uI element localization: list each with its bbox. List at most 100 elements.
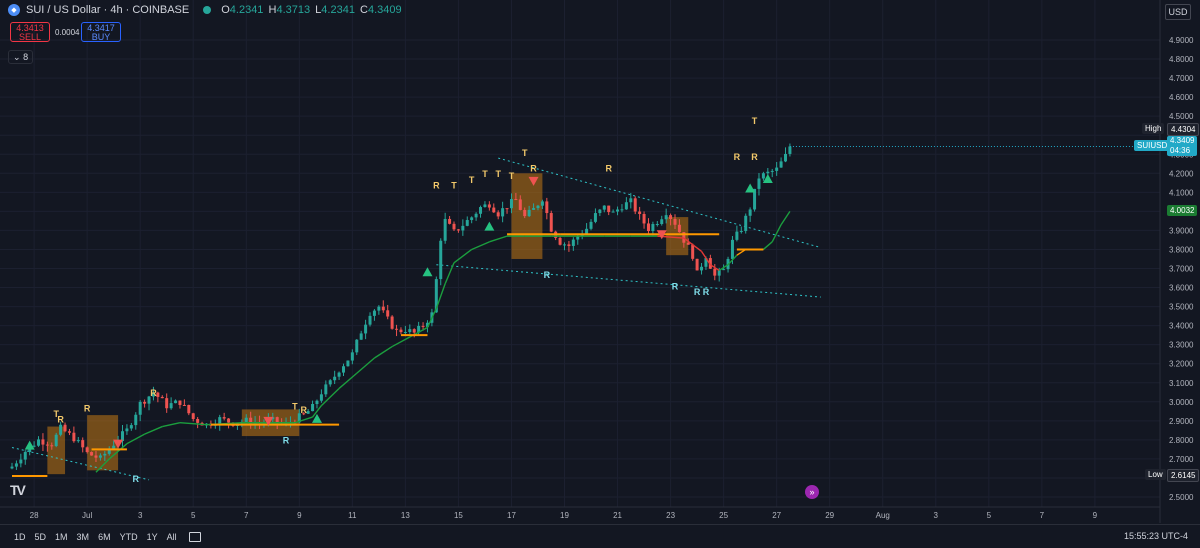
candle-body bbox=[165, 398, 169, 409]
moving-average-segment bbox=[144, 425, 163, 435]
candle-body bbox=[372, 310, 376, 316]
price-chart[interactable]: 4.90004.80004.70004.60004.50004.40004.30… bbox=[0, 0, 1200, 547]
chart-frame: 4.90004.80004.70004.60004.50004.40004.30… bbox=[0, 0, 1200, 548]
candle-body bbox=[37, 439, 41, 446]
y-tick-label: 2.7000 bbox=[1169, 455, 1194, 464]
candle-body bbox=[514, 199, 518, 201]
clock-readout[interactable]: 15:55:23 UTC-4 bbox=[1124, 531, 1188, 541]
candle-body bbox=[779, 161, 783, 168]
sell-label: SELL bbox=[18, 32, 42, 42]
candle-body bbox=[713, 268, 717, 276]
sell-button[interactable]: 4.3413 SELL bbox=[10, 22, 50, 42]
x-tick-label: 13 bbox=[401, 511, 410, 520]
x-tick-label: 3 bbox=[934, 511, 939, 520]
candle-body bbox=[664, 215, 668, 220]
timeframe-1m[interactable]: 1M bbox=[55, 532, 68, 542]
moving-average-segment bbox=[320, 387, 340, 407]
calendar-icon[interactable] bbox=[188, 531, 201, 542]
y-tick-label: 3.1000 bbox=[1169, 379, 1194, 388]
candle-body bbox=[143, 401, 147, 404]
moving-average-segment bbox=[338, 372, 358, 389]
candle-body bbox=[381, 306, 385, 311]
candle-body bbox=[19, 459, 23, 464]
candle-body bbox=[655, 224, 659, 226]
candle-body bbox=[691, 244, 695, 259]
chart-title[interactable]: SUI / US Dollar · 4h · COINBASE bbox=[26, 4, 189, 16]
candle-body bbox=[527, 209, 531, 217]
x-tick-label: 28 bbox=[30, 511, 39, 520]
ohlc-readout: O4.2341 H4.3713 L4.2341 C4.3409 bbox=[221, 4, 403, 16]
candle-body bbox=[412, 329, 416, 333]
candle-body bbox=[85, 447, 89, 453]
last-price-tag: 4.3409 04:36 bbox=[1167, 136, 1198, 157]
close-value: 4.3409 bbox=[367, 4, 402, 16]
candle-body bbox=[76, 440, 80, 442]
signal-label: T bbox=[522, 148, 528, 158]
candle-body bbox=[160, 396, 164, 399]
candle-body bbox=[593, 213, 597, 222]
currency-button[interactable]: USD bbox=[1165, 4, 1191, 20]
candle-body bbox=[337, 372, 341, 377]
x-tick-label: Jul bbox=[82, 511, 92, 520]
moving-average-segment bbox=[162, 422, 181, 428]
timeframe-5d[interactable]: 5D bbox=[35, 532, 47, 542]
sui-coin-icon: ◆ bbox=[8, 4, 20, 16]
candle-body bbox=[368, 315, 372, 325]
candle-body bbox=[660, 219, 664, 225]
candle-body bbox=[563, 244, 566, 246]
candle-body bbox=[501, 208, 505, 217]
candle-body bbox=[673, 219, 677, 225]
go-to-realtime-icon[interactable]: » bbox=[805, 485, 819, 499]
buy-button[interactable]: 4.3417 BUY bbox=[81, 22, 121, 42]
low-price-tag: 2.6145 bbox=[1167, 469, 1200, 483]
signal-label: T bbox=[482, 169, 488, 179]
candle-body bbox=[496, 212, 500, 217]
candle-body bbox=[32, 445, 36, 447]
candle-body bbox=[59, 424, 63, 435]
candle-body bbox=[103, 453, 107, 456]
signal-label: R bbox=[605, 163, 612, 173]
moving-average-segment bbox=[471, 241, 490, 251]
timeframe-6m[interactable]: 6M bbox=[98, 532, 111, 542]
chevron-down-icon: ⌄ bbox=[13, 52, 21, 62]
candle-body bbox=[169, 403, 173, 409]
signal-label: T bbox=[469, 175, 475, 185]
candle-body bbox=[624, 202, 628, 210]
candle-body bbox=[730, 239, 734, 259]
trendline bbox=[11, 447, 150, 481]
candle-body bbox=[191, 413, 195, 420]
timeframe-1d[interactable]: 1D bbox=[14, 532, 26, 542]
candle-body bbox=[306, 411, 310, 414]
moving-average-segment bbox=[780, 210, 791, 226]
timeframe-1y[interactable]: 1Y bbox=[147, 532, 158, 542]
buy-signal-triangle bbox=[24, 440, 35, 450]
timeframe-all[interactable]: All bbox=[167, 532, 177, 542]
tradingview-logo[interactable]: TV bbox=[10, 482, 26, 498]
candle-body bbox=[23, 451, 27, 460]
ma-price-tag: 4.0032 bbox=[1167, 204, 1198, 216]
countdown-value: 04:36 bbox=[1170, 146, 1191, 156]
candle-body bbox=[483, 204, 487, 208]
candle-body bbox=[399, 329, 403, 333]
candle-body bbox=[735, 231, 739, 240]
timeframe-ytd[interactable]: YTD bbox=[120, 532, 138, 542]
moving-average-segment bbox=[489, 235, 508, 243]
moving-average-segment bbox=[356, 357, 375, 374]
timeframe-3m[interactable]: 3M bbox=[77, 532, 90, 542]
candle-body bbox=[638, 211, 642, 214]
signal-label: R bbox=[84, 403, 91, 413]
x-tick-label: 23 bbox=[666, 511, 675, 520]
low-value: 4.2341 bbox=[321, 4, 355, 16]
bottom-toolbar: 1D 5D 1M 3M 6M YTD 1Y All 15:55:23 UTC-4 bbox=[0, 524, 1200, 548]
candle-body bbox=[629, 198, 633, 203]
x-tick-label: 5 bbox=[987, 511, 992, 520]
candle-body bbox=[63, 424, 67, 432]
candle-body bbox=[138, 401, 142, 415]
candle-body bbox=[509, 199, 513, 209]
signal-label: R bbox=[300, 405, 307, 415]
buy-label: BUY bbox=[91, 32, 111, 42]
candle-body bbox=[461, 225, 465, 231]
indicators-toggle[interactable]: ⌄ 8 bbox=[8, 50, 34, 64]
candle-body bbox=[448, 218, 452, 224]
candle-body bbox=[470, 217, 474, 221]
